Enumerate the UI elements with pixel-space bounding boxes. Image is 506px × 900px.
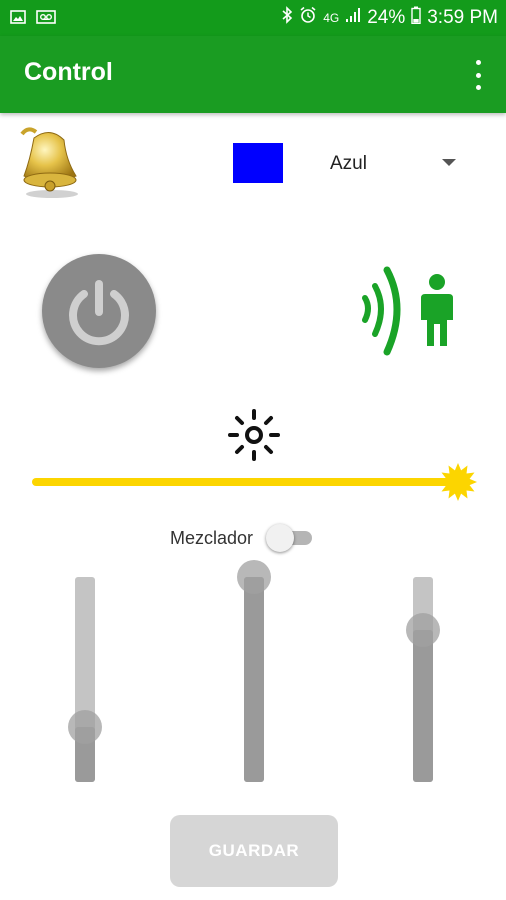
battery-level: 24% bbox=[367, 7, 406, 28]
network-type: 4G bbox=[323, 11, 340, 25]
clock: 3:59 PM bbox=[427, 7, 498, 28]
voicemail-icon bbox=[36, 10, 56, 29]
power-icon bbox=[69, 280, 129, 346]
slider-fill bbox=[413, 630, 433, 782]
slider-thumb[interactable] bbox=[406, 613, 440, 647]
bell-icon[interactable] bbox=[14, 124, 86, 200]
slider-thumb[interactable] bbox=[237, 560, 271, 594]
signal-icon bbox=[345, 7, 361, 29]
status-bar: 4G 24% 3:59 PM bbox=[0, 0, 506, 36]
page-title: Control bbox=[24, 58, 113, 86]
brightness-thumb-icon[interactable] bbox=[438, 462, 478, 502]
slider-fill bbox=[244, 577, 264, 782]
color-select-value: Azul bbox=[330, 153, 367, 174]
toggle-thumb bbox=[266, 524, 294, 552]
brightness-track bbox=[32, 478, 460, 486]
chevron-down-icon bbox=[442, 159, 456, 166]
color-preview-swatch bbox=[233, 143, 283, 183]
slider-thumb[interactable] bbox=[68, 710, 102, 744]
mixer-toggle[interactable] bbox=[266, 524, 316, 554]
bluetooth-icon bbox=[281, 6, 293, 30]
alarm-icon bbox=[299, 6, 317, 30]
mixer-slider-1[interactable] bbox=[65, 577, 105, 782]
mixer-slider-2[interactable] bbox=[234, 560, 274, 782]
presence-sensor-icon[interactable] bbox=[355, 262, 463, 362]
save-button[interactable]: GUARDAR bbox=[170, 815, 338, 887]
battery-icon bbox=[411, 6, 421, 30]
more-vert-icon[interactable] bbox=[472, 60, 484, 90]
app-bar: Control bbox=[0, 36, 506, 113]
color-select[interactable]: Azul bbox=[312, 140, 492, 186]
mixer-label: Mezclador bbox=[170, 528, 254, 548]
brightness-slider[interactable] bbox=[30, 462, 480, 502]
image-icon bbox=[10, 10, 26, 29]
brightness-icon bbox=[226, 407, 282, 463]
mixer-slider-3[interactable] bbox=[403, 577, 443, 782]
power-button[interactable] bbox=[42, 254, 156, 368]
